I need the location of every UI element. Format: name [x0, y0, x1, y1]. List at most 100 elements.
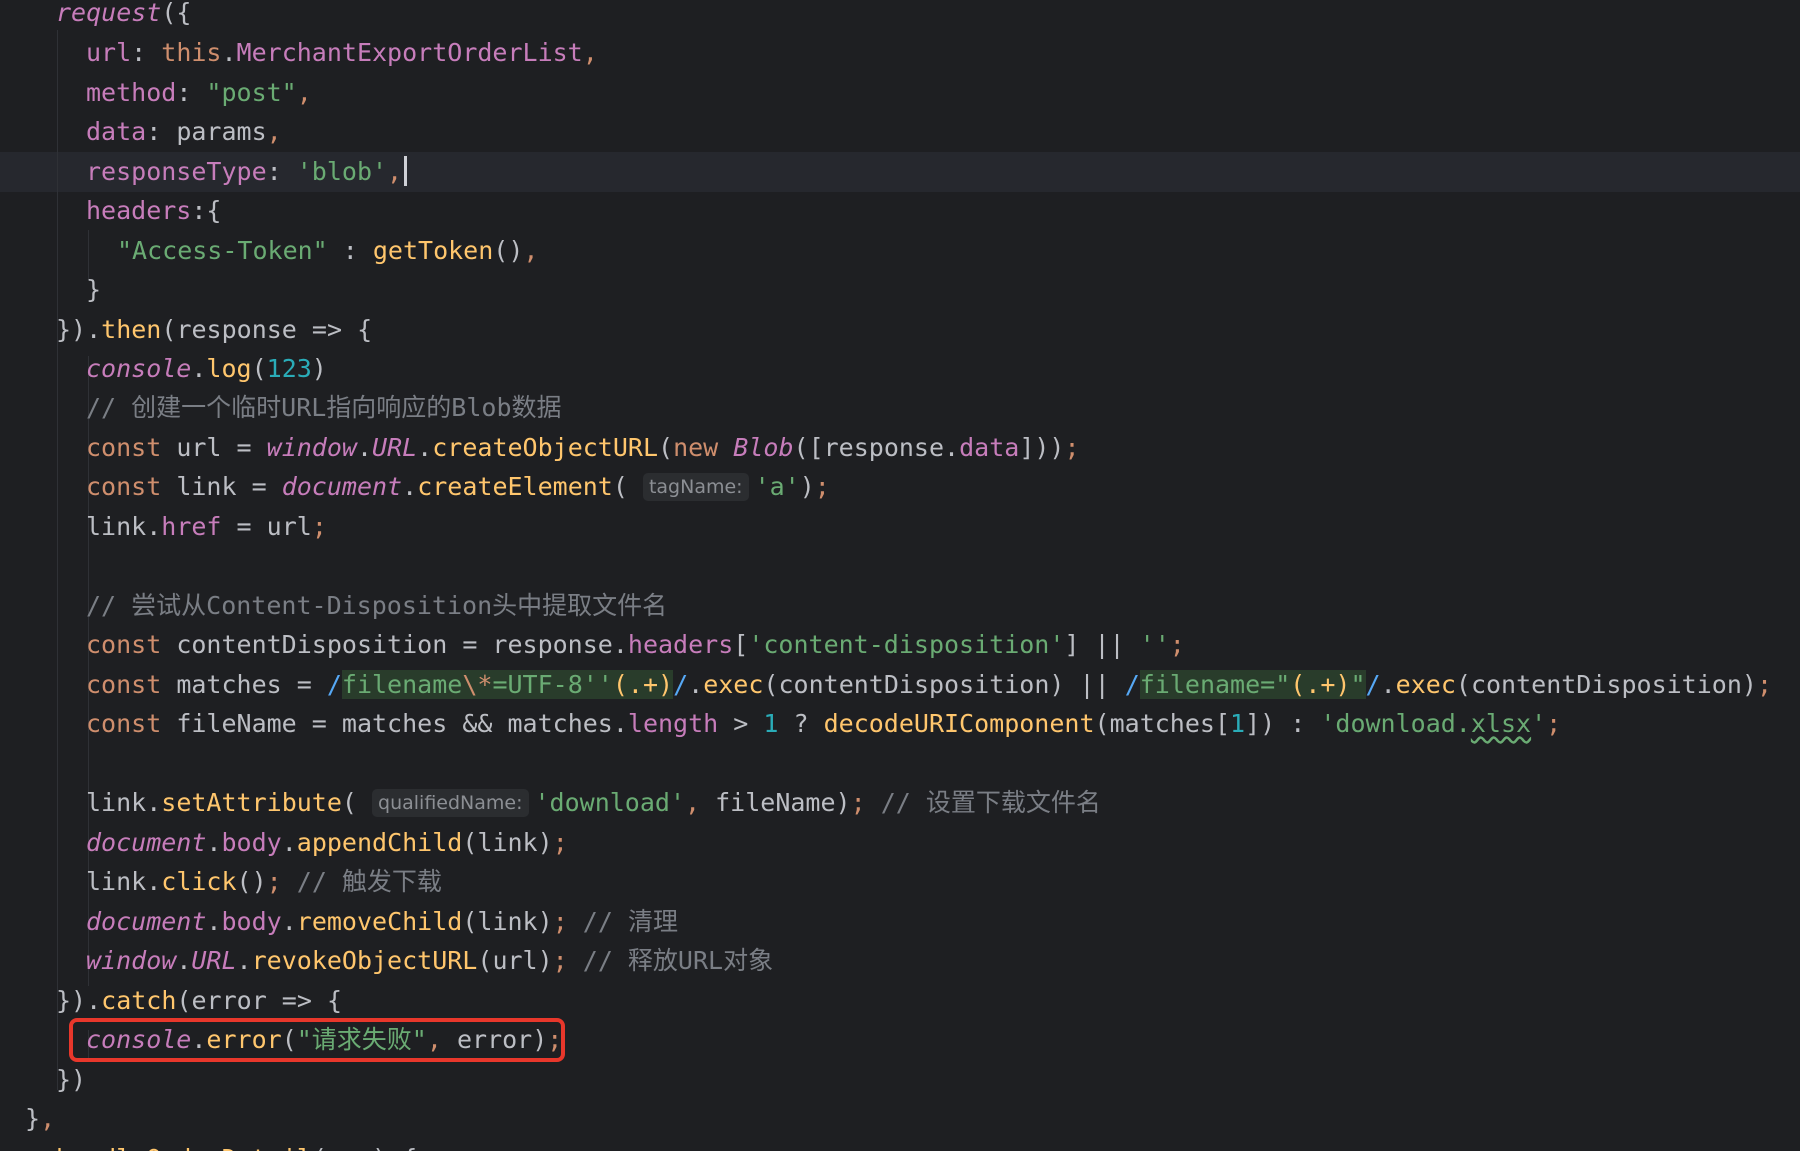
global-window: window: [86, 946, 177, 975]
code-line: }).catch(error => {: [56, 986, 343, 1015]
call-next-method: handleOrderDetail: [56, 1144, 312, 1151]
keyword-const: const: [86, 630, 162, 659]
call-set-attribute: setAttribute: [161, 788, 342, 817]
code-comment: // 释放URL对象: [582, 946, 774, 975]
call-exec: exec: [1395, 670, 1456, 699]
string-download-c: ': [1531, 709, 1547, 738]
ref-file-name: fileName: [715, 788, 836, 817]
prop-length: length: [627, 709, 719, 738]
regex-escape: \*: [462, 670, 493, 699]
code-line: const fileName = matches && matches.leng…: [86, 709, 1562, 738]
string-access-token: "Access-Token": [117, 236, 328, 265]
code-comment: // 创建一个临时URL指向响应的Blob数据: [86, 393, 562, 422]
class-blob: Blob: [733, 433, 794, 462]
value-params: params: [176, 117, 267, 146]
param-error: error: [191, 986, 267, 1015]
code-line: url: this.MerchantExportOrderList,: [86, 38, 598, 67]
code-line: responseType: 'blob',: [86, 152, 408, 192]
prop-data: data: [959, 433, 1020, 462]
number-1: 1: [763, 709, 779, 738]
param-response: response: [176, 315, 297, 344]
var-content-disposition: contentDisposition: [176, 630, 448, 659]
code-comment: // 清理: [582, 907, 678, 936]
prop-merchant-export: MerchantExportOrderList: [236, 38, 583, 67]
code-comment: // 尝试从Content-Disposition头中提取文件名: [86, 591, 668, 620]
prop-href: href: [161, 512, 222, 541]
code-line: link.setAttribute( qualifiedName:'downlo…: [86, 788, 1101, 817]
keyword-const: const: [86, 433, 162, 462]
call-revoke-object-url: revokeObjectURL: [251, 946, 478, 975]
string-download: 'download': [534, 788, 686, 817]
keyword-this: this: [161, 38, 222, 67]
global-document: document: [281, 472, 403, 501]
regex-filename-utf8: filename: [341, 670, 463, 699]
code-line: headers:{: [86, 196, 222, 225]
ref-content-disposition: contentDisposition: [1470, 670, 1742, 699]
prop-body: body: [221, 828, 282, 857]
ref-link: link: [86, 867, 147, 896]
key-url: url: [86, 38, 132, 67]
call-then: then: [101, 315, 162, 344]
string-download-ext: xlsx: [1470, 709, 1532, 738]
ref-link: link: [477, 907, 538, 936]
global-document: document: [86, 828, 207, 857]
key-response-type: responseType: [86, 157, 267, 186]
ref-url: url: [266, 512, 312, 541]
code-line: "Access-Token" : getToken(),: [117, 236, 539, 265]
global-console: console: [86, 354, 192, 383]
code-line: const url = window.URL.createObjectURL(n…: [86, 433, 1080, 462]
call-exec: exec: [703, 670, 764, 699]
var-matches: matches: [176, 670, 282, 699]
var-link: link: [176, 472, 237, 501]
call-catch: catch: [101, 986, 177, 1015]
string-blob: 'blob': [296, 157, 388, 186]
number-1: 1: [1230, 709, 1246, 738]
code-line: document.body.removeChild(link); // 清理: [86, 907, 678, 936]
string-post: "post": [206, 78, 297, 107]
ref-matches: matches: [507, 709, 613, 738]
code-line: const link = document.createElement( tag…: [86, 472, 830, 501]
var-file-name: fileName: [176, 709, 297, 738]
call-remove-child: removeChild: [296, 907, 463, 936]
key-method: method: [86, 78, 177, 107]
code-editor[interactable]: request({ url: this.MerchantExportOrderL…: [0, 0, 1800, 1151]
call-log: log: [206, 354, 252, 383]
code-comment: // 触发下载: [296, 867, 442, 896]
code-line: document.body.appendChild(link);: [86, 828, 568, 857]
keyword-const: const: [86, 670, 162, 699]
key-data: data: [86, 117, 147, 146]
ref-matches: matches: [341, 709, 448, 738]
keyword-const: const: [86, 709, 162, 738]
code-line: const matches = /filename\*=UTF-8''(.+)/…: [86, 670, 1773, 699]
code-comment: // 设置下载文件名: [880, 788, 1101, 817]
request-call: request: [56, 0, 162, 27]
code-line: link.click(); // 触发下载: [86, 867, 442, 896]
ref-url: url: [492, 946, 538, 975]
global-document: document: [86, 907, 207, 936]
keyword-const: const: [86, 472, 162, 501]
param-row: row: [327, 1144, 372, 1151]
ref-matches: matches: [1109, 709, 1215, 738]
regex-group: (.+): [612, 670, 674, 699]
regex-utf8-part: =UTF-8'': [492, 670, 613, 699]
key-headers: headers: [86, 196, 192, 225]
number-123: 123: [266, 354, 312, 383]
string-download-a: 'download.: [1320, 709, 1471, 738]
code-line: window.URL.revokeObjectURL(url); // 释放UR…: [86, 946, 774, 975]
string-content-disposition: 'content-disposition': [748, 630, 1065, 659]
param-hint-qualifiedname: qualifiedName:: [372, 789, 529, 817]
prop-body: body: [221, 907, 282, 936]
call-get-token: getToken: [372, 236, 494, 265]
global-window: window: [266, 433, 357, 462]
text-cursor: [404, 156, 408, 186]
ref-response: response: [492, 630, 613, 659]
string-a: 'a': [754, 472, 800, 501]
call-create-object-url: createObjectURL: [432, 433, 659, 462]
keyword-new: new: [673, 433, 719, 462]
code-line: handleOrderDetail(row) {: [56, 1139, 417, 1151]
code-line: link.href = url;: [86, 512, 327, 541]
prop-headers: headers: [627, 630, 734, 659]
call-append-child: appendChild: [296, 828, 463, 857]
regex-filename-quoted: filename=": [1139, 670, 1291, 699]
code-line: method: "post",: [86, 78, 312, 107]
